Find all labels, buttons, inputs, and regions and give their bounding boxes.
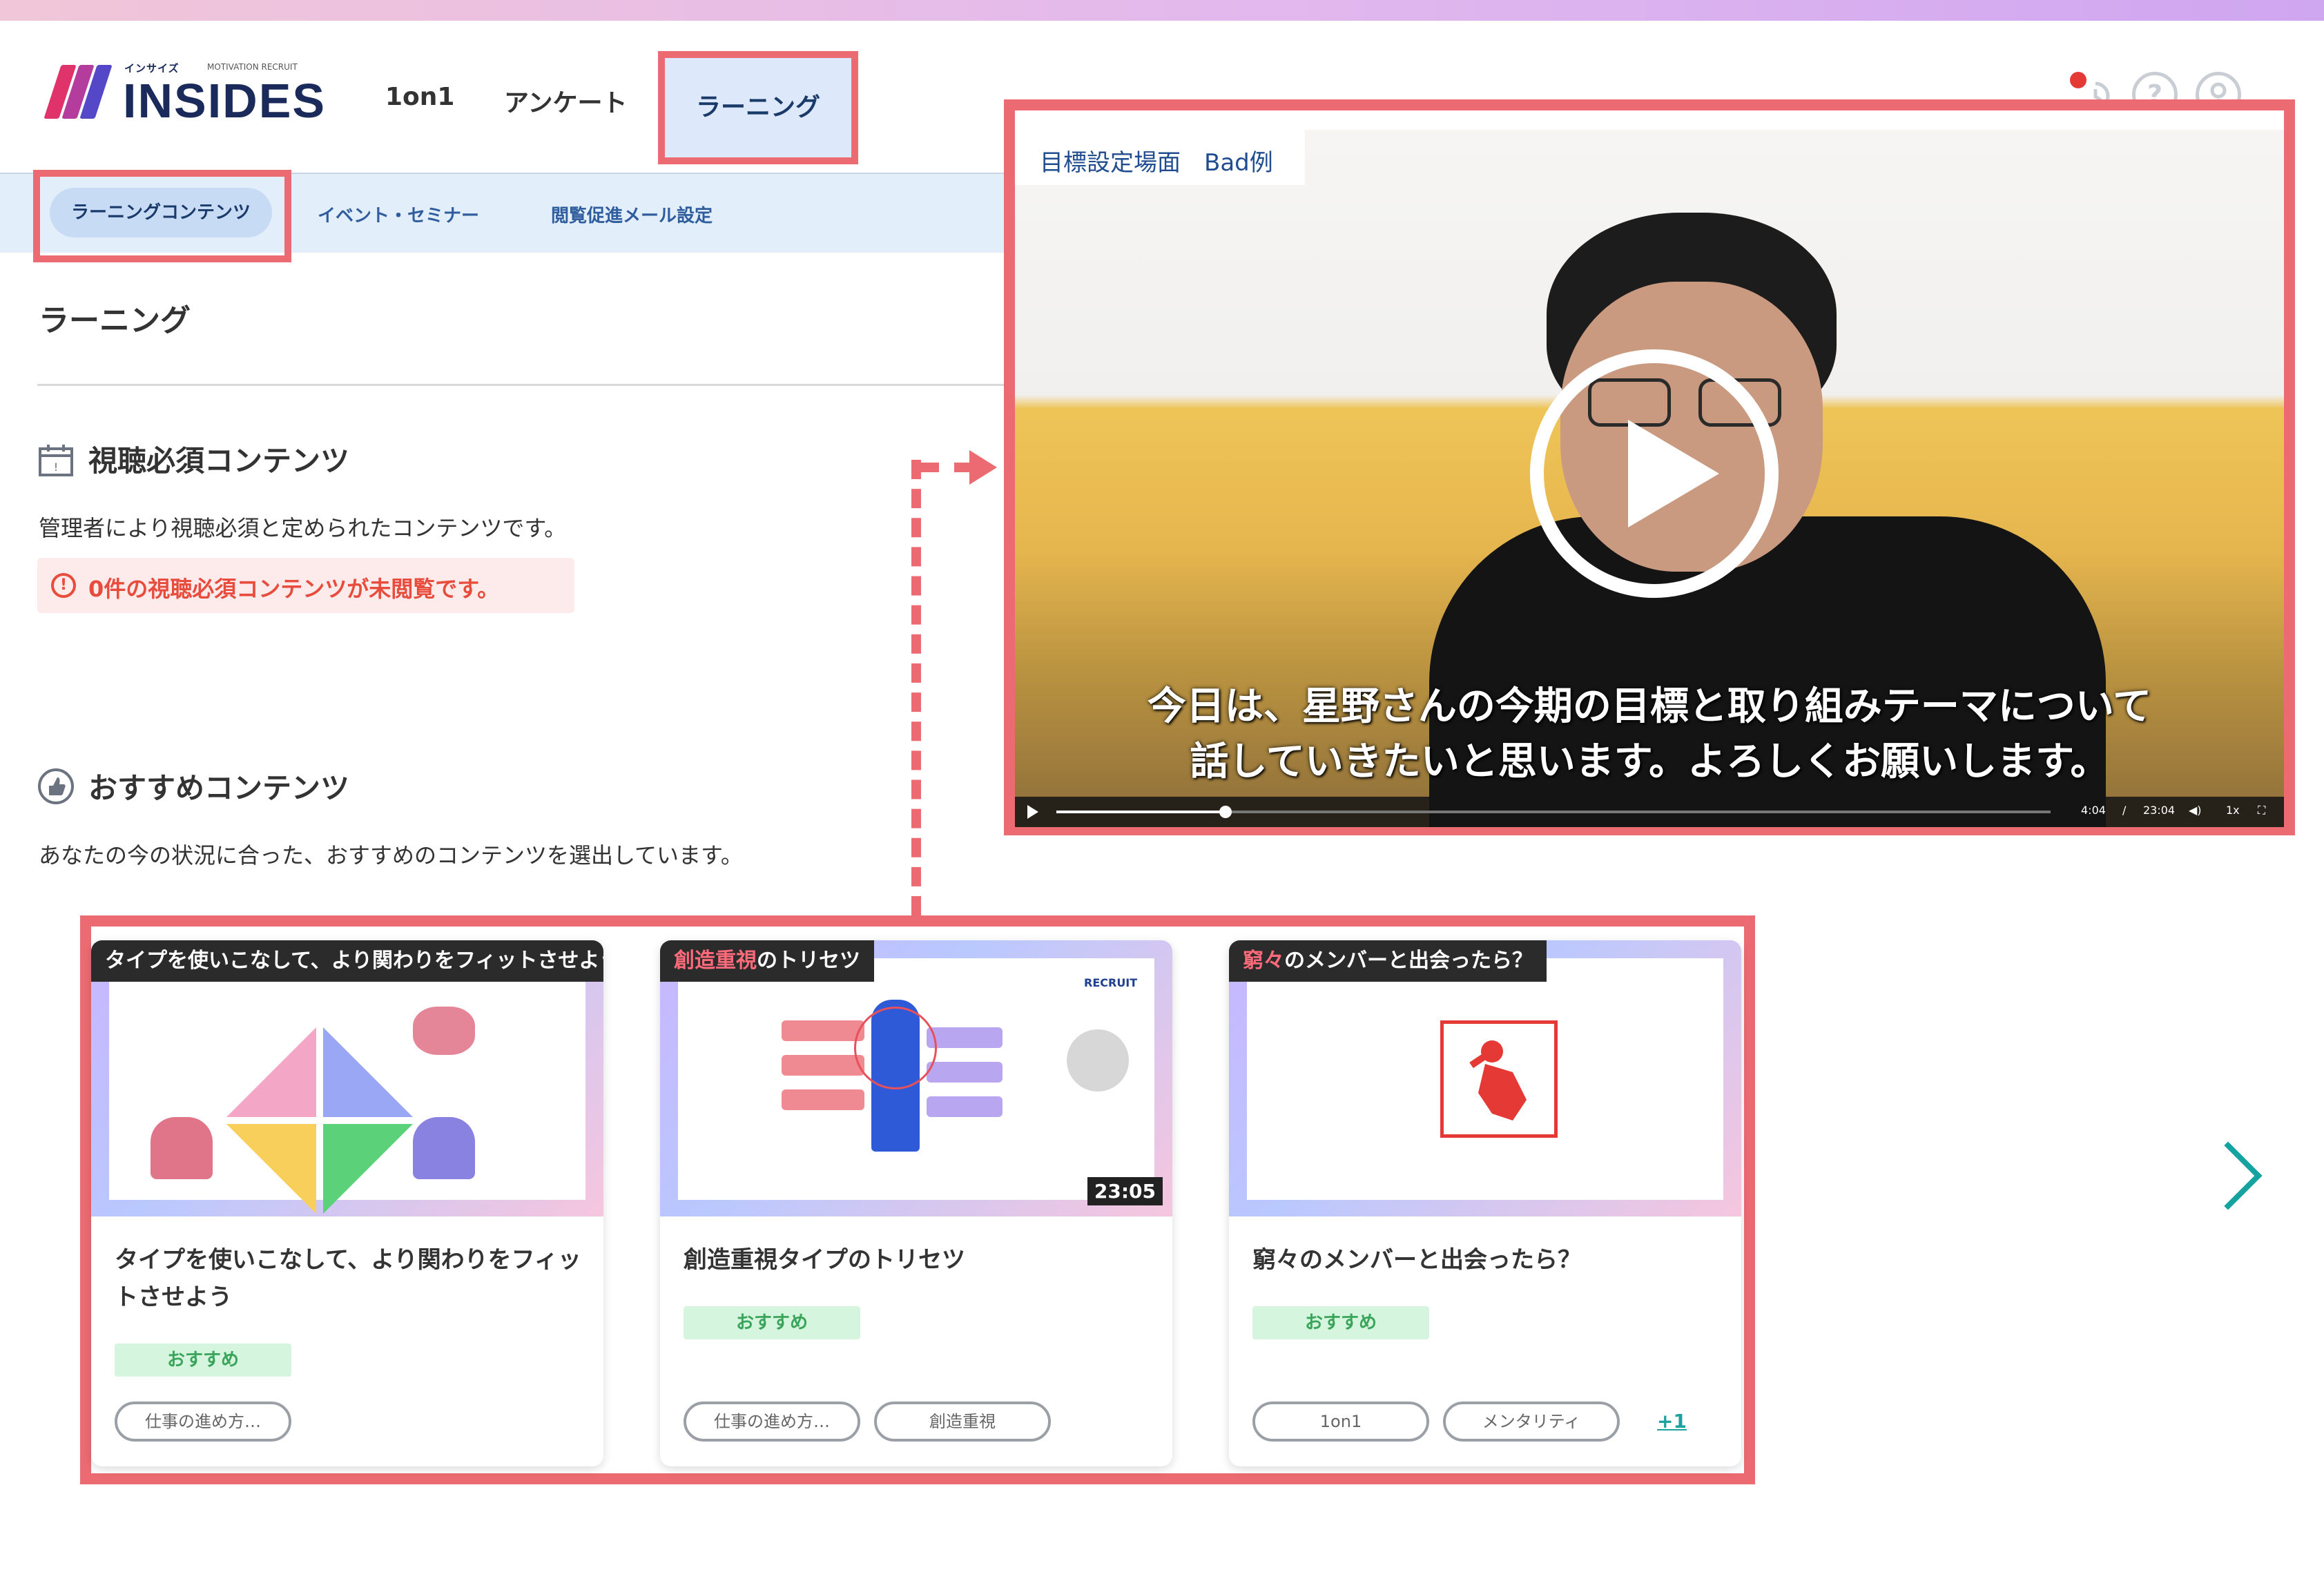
unviewed-alert-text: 0件の視聴必須コンテンツが未閲覧です。 [88,576,500,602]
page-title: ラーニング [39,303,191,338]
card-tag[interactable]: メンタリティ [1443,1401,1620,1442]
card-thumbnail-label: 創造重視のトリセツ [660,940,874,982]
calendar-icon: ! [37,442,75,479]
subnav-item-mail-settings[interactable]: 閲覧促進メール設定 [551,202,713,227]
video-duration-badge: 23:05 [1087,1177,1163,1205]
video-controls: 4:04 / 23:04 ◀) 1x ⛶ [1015,797,2284,827]
people-illustration-icon [151,1117,213,1179]
video-progress-handle[interactable] [1219,806,1232,818]
recommended-section-description: あなたの今の状況に合った、おすすめのコンテンツを選出しています。 [39,842,743,869]
video-progress-fill [1056,811,1226,813]
card-tag[interactable]: 1on1 [1252,1401,1429,1442]
speech-bubble-icon [782,1020,864,1041]
logo-mark-icon [43,65,113,119]
playback-speed[interactable]: 1x [2226,804,2240,817]
people-illustration-icon [413,1117,475,1179]
notification-dot [2070,72,2086,88]
speech-bubble-icon [927,1027,1003,1048]
nav-tab-1on1[interactable]: 1on1 [385,83,454,111]
triangle-yellow-icon [226,1124,316,1214]
card-thumbnail-label-rest: のメンバーと出会ったら？ [1284,949,1533,973]
content-card[interactable]: RECRUIT 創造重視のトリセツ 23:05 創造重視タイプのトリセツ おすす… [660,940,1172,1466]
video-duration: 23:04 [2143,804,2176,817]
speech-bubble-icon [782,1089,864,1110]
required-section-description: 管理者により視聴必須と定められたコンテンツです。 [39,515,567,541]
speech-bubble-icon [927,1062,1003,1083]
logo-text: INSIDES [123,74,327,128]
triangle-pink-icon [226,1027,316,1117]
highlight-circle-icon [854,1007,937,1089]
card-thumbnail: タイプを使いこなして、より関わりをフィットさせよう [91,940,603,1216]
card-title: 窮々のメンバーと出会ったら？ [1252,1246,1581,1274]
nav-tab-learning[interactable]: ラーニング [658,51,858,164]
recruit-brand-mark: RECRUIT [1084,976,1138,989]
video-time-separator: / [2122,804,2127,817]
connector-arrow-icon [969,450,997,485]
play-icon[interactable] [1530,349,1779,598]
nav-tab-learning-label: ラーニング [695,93,820,122]
connector-line-horizontal [920,463,974,472]
recommended-badge: おすすめ [1252,1306,1429,1339]
people-illustration-icon [413,1007,475,1055]
more-tags-link[interactable]: +1 [1657,1410,1687,1433]
thumbs-up-icon [37,768,75,805]
title-divider [37,384,1008,386]
card-tag[interactable]: 仕事の進め方… [684,1401,860,1442]
card-title: タイプを使いこなして、より関わりをフィットさせよう [115,1246,581,1311]
required-section-title: 視聴必須コンテンツ [88,444,350,478]
unviewed-alert: ! 0件の視聴必須コンテンツが未閲覧です。 [37,558,574,613]
card-thumbnail-canvas [109,958,585,1214]
card-title: 創造重視タイプのトリセツ [684,1246,965,1274]
top-gradient-bar [0,0,2324,21]
content-card[interactable]: タイプを使いこなして、より関わりをフィットさせよう タイプを使いこなして、より関… [91,940,603,1466]
video-subtitle-line1: 今日は、星野さんの今期の目標と取り組みテーマについて [1147,684,2152,729]
control-play-icon[interactable] [1027,805,1038,819]
subnav-highlight [33,170,291,262]
svg-text:!: ! [54,460,58,474]
recommended-badge: おすすめ [115,1344,291,1377]
card-tag[interactable]: 仕事の進め方… [115,1401,291,1442]
card-thumbnail-label-rest: のトリセツ [757,949,860,973]
card-thumbnail-label: タイプを使いこなして、より関わりをフィットさせよう [91,940,603,982]
card-thumbnail-label-accent: 創造重視 [674,949,757,973]
video-current-time: 4:04 [2081,804,2106,817]
volume-icon[interactable]: ◀) [2189,804,2202,817]
card-thumbnail-label-accent: 窮々 [1243,949,1284,973]
subnav-item-events[interactable]: イベント・セミナー [318,202,479,227]
video-progress-bar[interactable] [1056,806,2051,818]
triangle-blue-icon [323,1027,413,1117]
card-thumbnail-label: 窮々のメンバーと出会ったら？ [1229,940,1547,982]
presenter-avatar [1065,1027,1131,1094]
video-subtitle-line2: 話していきたいと思います。よろしくお願いします。 [1190,739,2109,784]
triangle-green-icon [323,1124,413,1214]
content-card[interactable]: 窮々のメンバーと出会ったら？ 窮々のメンバーと出会ったら？ おすすめ 1on1 … [1229,940,1741,1466]
video-player[interactable]: 目標設定場面 Bad例 今日は、星野さんの今期の目標と取り組みテーマについて 話… [1015,130,2284,827]
speech-bubble-icon [927,1096,1003,1117]
video-scene-header: 目標設定場面 Bad例 [1015,130,1305,185]
nav-tab-survey[interactable]: アンケート [504,83,628,119]
card-thumbnail: 窮々のメンバーと出会ったら？ [1229,940,1741,1216]
carousel-next-icon[interactable] [2194,1141,2263,1210]
logo-partner: MOTIVATION RECRUIT [207,62,298,72]
recommended-cards-highlight: タイプを使いこなして、より関わりをフィットさせよう タイプを使いこなして、より関… [80,915,1755,1484]
recommended-badge: おすすめ [684,1306,860,1339]
card-thumbnail-canvas [1247,958,1723,1200]
fullscreen-icon[interactable]: ⛶ [2258,804,2265,817]
video-highlight: 目標設定場面 Bad例 今日は、星野さんの今期の目標と取り組みテーマについて 話… [1004,99,2295,835]
card-thumbnail: RECRUIT 創造重視のトリセツ 23:05 [660,940,1172,1216]
video-scene-label: 目標設定場面 Bad例 [1040,149,1273,177]
connector-line-vertical [911,460,921,915]
card-tag[interactable]: 創造重視 [874,1401,1051,1442]
insides-logo[interactable]: インサイズ MOTIVATION RECRUIT INSIDES [43,61,325,128]
card-thumbnail-canvas: RECRUIT [678,958,1154,1200]
alert-circle-icon: ! [51,573,76,598]
recommended-section-title: おすすめコンテンツ [88,771,350,805]
troubled-person-icon [1440,1020,1558,1138]
speech-bubble-icon [782,1055,864,1076]
